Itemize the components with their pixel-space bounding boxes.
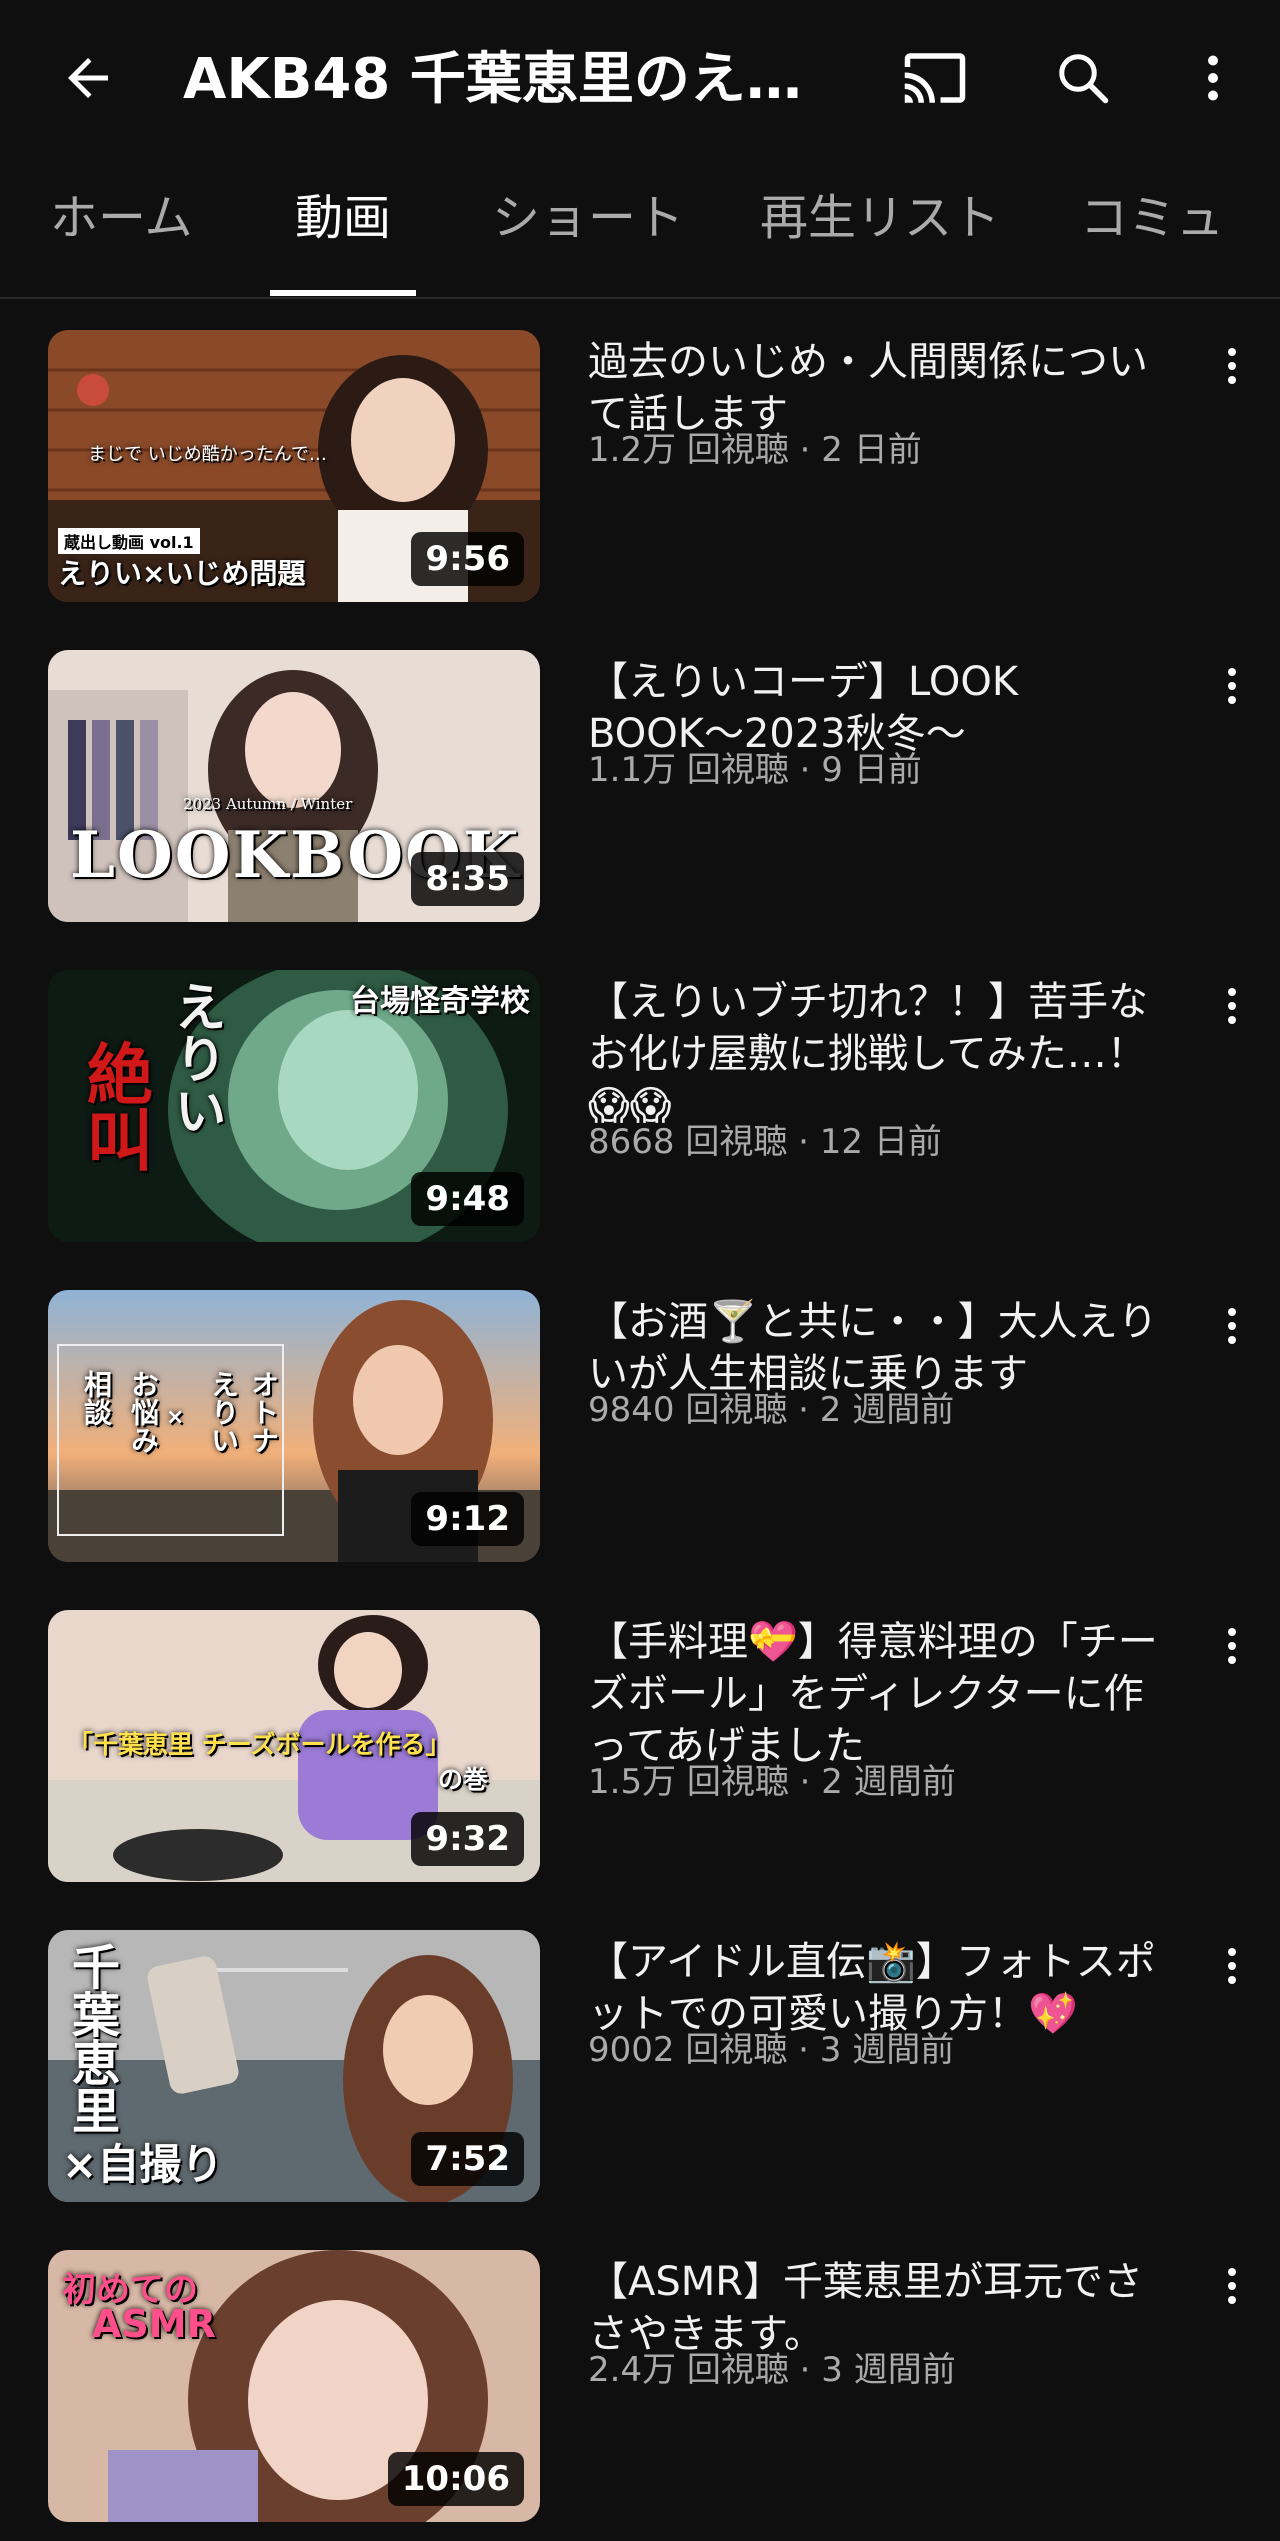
duration-badge: 8:35 [411, 852, 524, 906]
tab-home[interactable]: ホーム [50, 188, 193, 248]
video-thumbnail[interactable]: 台場怪奇学校 えりい 絶叫 9:48 [48, 970, 540, 1242]
duration-badge: 9:32 [411, 1812, 524, 1866]
video-title[interactable]: 【ASMR】千葉恵里が耳元でささやきます。 [588, 2256, 1178, 2360]
more-vert-icon[interactable] [1210, 656, 1254, 716]
more-vert-icon[interactable] [1210, 1936, 1254, 1996]
video-item[interactable]: 台場怪奇学校 えりい 絶叫 9:48 【えりいブチ切れ？！】苦手なお化け屋敷に挑… [0, 970, 1280, 1260]
video-item[interactable]: 初めての ASMR 10:06 【ASMR】千葉恵里が耳元でささやきます。 2.… [0, 2250, 1280, 2540]
tab-playlists[interactable]: 再生リスト [760, 188, 1000, 248]
thumbnail-caption: 蔵出し動画 vol.1 [58, 528, 200, 554]
thumbnail-caption: お悩み [127, 1370, 160, 1454]
thumbnail-caption: 2023 Autumn / Winter [183, 795, 353, 813]
video-thumbnail[interactable]: 「千葉恵里 チーズボールを作る」 の巻 9:32 [48, 1610, 540, 1882]
video-meta: 9002 回視聴 · 3 週間前 [588, 2030, 955, 2070]
video-title[interactable]: 【えりいコーデ】LOOK BOOK〜2023秋冬〜 [588, 656, 1178, 760]
video-title[interactable]: 【アイドル直伝📸】フォトスポットでの可愛い撮り方！💖 [588, 1936, 1178, 2040]
video-thumbnail[interactable]: 2023 Autumn / Winter LOOKBOOK 8:35 [48, 650, 540, 922]
duration-badge: 10:06 [387, 2452, 524, 2506]
thumbnail-caption: × [166, 1405, 185, 1430]
video-title[interactable]: 【お酒🍸と共に・・】大人えりいが人生相談に乗ります [588, 1296, 1178, 1400]
thumbnail-caption: えりい×いじめ問題 [58, 557, 306, 590]
video-title[interactable]: 【えりいブチ切れ？！】苦手なお化け屋敷に挑戦してみた…！😱😱 [588, 976, 1178, 1132]
more-vert-icon[interactable] [1210, 336, 1254, 396]
thumbnail-caption: えりい [207, 1370, 240, 1454]
video-title[interactable]: 【手料理💝】得意料理の「チーズボール」をディレクターに作ってあげました [588, 1616, 1178, 1772]
video-meta: 8668 回視聴 · 12 日前 [588, 1122, 942, 1162]
thumbnail-caption: ×自撮り [62, 2140, 224, 2189]
video-thumbnail[interactable]: えりい×いじめ問題 蔵出し動画 vol.1 まじで いじめ酷かったんで… 9:5… [48, 330, 540, 602]
top-app-bar: AKB48 千葉恵里のえ… [0, 0, 1280, 160]
video-thumbnail[interactable]: 初めての ASMR 10:06 [48, 2250, 540, 2522]
video-meta: 1.2万 回視聴 · 2 日前 [588, 430, 922, 470]
duration-badge: 9:48 [411, 1172, 524, 1226]
thumbnail-caption: 台場怪奇学校 [350, 984, 530, 1019]
duration-badge: 9:56 [411, 532, 524, 586]
channel-tabs: ホーム 動画 ショート 再生リスト コミュ [0, 160, 1280, 299]
video-item[interactable]: オトナ えりい × お悩み 相談 9:12 【お酒🍸と共に・・】大人えりいが人生… [0, 1290, 1280, 1580]
thumbnail-caption: 千葉恵里 [63, 1942, 119, 2134]
video-item[interactable]: えりい×いじめ問題 蔵出し動画 vol.1 まじで いじめ酷かったんで… 9:5… [0, 330, 1280, 620]
thumbnail-caption: まじで いじめ酷かったんで… [88, 444, 327, 465]
thumbnail-caption: えりい [165, 980, 225, 1136]
more-vert-icon[interactable] [1210, 976, 1254, 1036]
video-thumbnail[interactable]: 千葉恵里 ×自撮り 7:52 [48, 1930, 540, 2202]
video-item[interactable]: 千葉恵里 ×自撮り 7:52 【アイドル直伝📸】フォトスポットでの可愛い撮り方！… [0, 1930, 1280, 2220]
video-title[interactable]: 過去のいじめ・人間関係について話します [588, 336, 1178, 440]
thumbnail-caption: 「千葉恵里 チーズボールを作る」 [68, 1730, 451, 1759]
more-vert-icon[interactable] [1210, 1616, 1254, 1676]
active-tab-indicator [270, 290, 416, 296]
video-thumbnail[interactable]: オトナ えりい × お悩み 相談 9:12 [48, 1290, 540, 1562]
cast-icon[interactable] [895, 38, 975, 118]
tab-community[interactable]: コミュ [1080, 188, 1224, 248]
duration-badge: 9:12 [411, 1492, 524, 1546]
duration-badge: 7:52 [411, 2132, 524, 2186]
thumbnail-caption: の巻 [438, 1765, 489, 1794]
more-vert-icon[interactable] [1210, 1296, 1254, 1356]
thumbnail-caption: オトナ [247, 1370, 280, 1454]
video-meta: 1.1万 回視聴 · 9 日前 [588, 750, 922, 790]
tab-videos[interactable]: 動画 [295, 188, 391, 248]
tab-shorts[interactable]: ショート [492, 188, 684, 248]
back-arrow-icon[interactable] [48, 38, 128, 118]
video-meta: 2.4万 回視聴 · 3 週間前 [588, 2350, 956, 2390]
more-vert-icon[interactable] [1210, 2256, 1254, 2316]
video-meta: 1.5万 回視聴 · 2 週間前 [588, 1762, 956, 1802]
video-item[interactable]: 「千葉恵里 チーズボールを作る」 の巻 9:32 【手料理💝】得意料理の「チーズ… [0, 1610, 1280, 1900]
thumbnail-caption: ASMR [92, 2302, 216, 2346]
more-vert-icon[interactable] [1173, 38, 1253, 118]
video-item[interactable]: 2023 Autumn / Winter LOOKBOOK 8:35 【えりいコ… [0, 650, 1280, 940]
video-meta: 9840 回視聴 · 2 週間前 [588, 1390, 955, 1430]
thumbnail-caption: 絶叫 [76, 1040, 153, 1172]
thumbnail-caption: 相談 [80, 1370, 113, 1426]
channel-title: AKB48 千葉恵里のえ… [183, 47, 802, 112]
search-icon[interactable] [1043, 38, 1123, 118]
